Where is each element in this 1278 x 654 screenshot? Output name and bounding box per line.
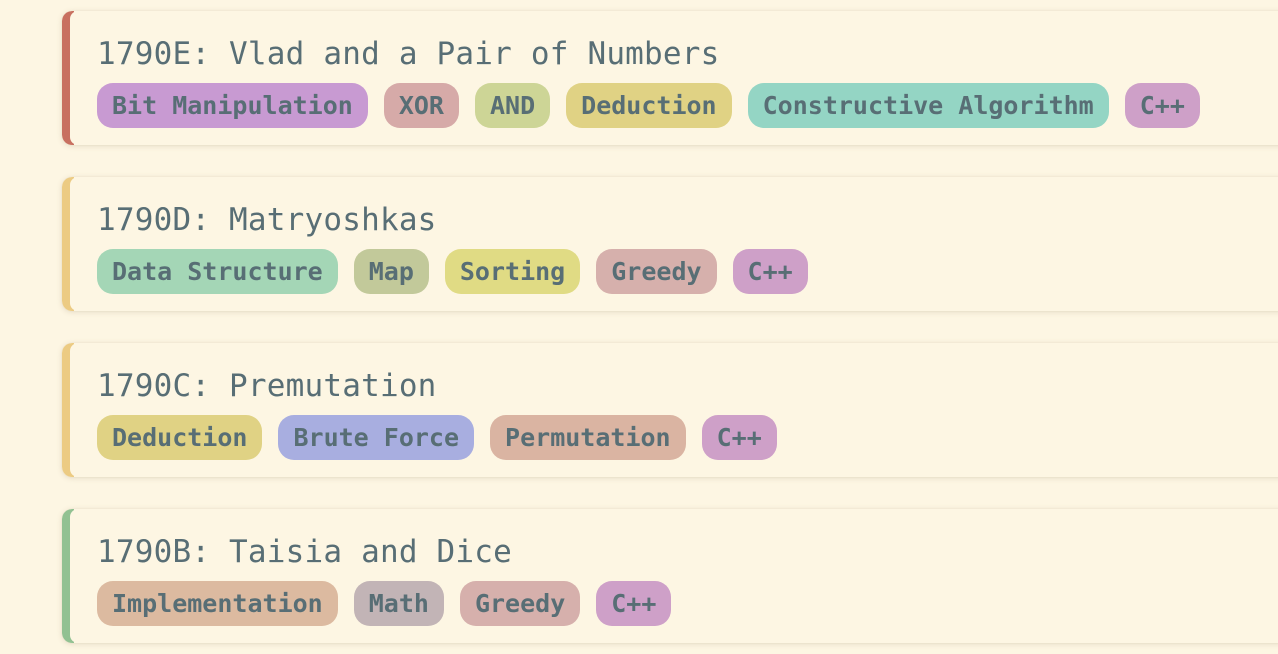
tag-chip[interactable]: Permutation	[490, 415, 686, 460]
problem-title[interactable]: 1790E: Vlad and a Pair of Numbers	[97, 35, 720, 73]
tag-chip[interactable]: Brute Force	[278, 415, 475, 460]
tag-chip[interactable]: AND	[474, 83, 551, 128]
problem-title[interactable]: 1790C: Premutation	[97, 367, 437, 405]
problem-card[interactable]: 1790D: Matryoshkas Data Structure Map Sort…	[62, 177, 1278, 311]
tag-chip[interactable]: Math	[353, 581, 444, 626]
problem-card[interactable]: 1790E: Vlad and a Pair of Numbers Bit Ma…	[62, 11, 1278, 145]
tag-chip[interactable]: Map	[353, 249, 429, 294]
tag-chip[interactable]: XOR	[383, 83, 459, 128]
tag-chip[interactable]: Constructive Algorithm	[747, 83, 1109, 128]
tag-chip[interactable]: C++	[732, 249, 808, 294]
tag-chip[interactable]: Greedy	[459, 581, 581, 626]
tag-list: Implementation Math Greedy C++	[97, 581, 672, 626]
tag-chip[interactable]: Deduction	[97, 415, 263, 460]
tag-chip[interactable]: C++	[596, 581, 672, 626]
problem-card[interactable]: 1790B: Taisia and Dice Implementation Mat…	[62, 509, 1278, 643]
tag-list: Deduction Brute Force Permutation C++	[97, 415, 777, 460]
tag-chip[interactable]: C++	[1124, 83, 1200, 128]
problem-title[interactable]: 1790D: Matryoshkas	[97, 201, 437, 239]
tag-chip[interactable]: Implementation	[97, 581, 338, 626]
tag-chip[interactable]: Greedy	[596, 249, 717, 294]
tag-chip[interactable]: Data Structure	[97, 249, 338, 294]
tag-chip[interactable]: Sorting	[444, 249, 581, 294]
tag-list: Bit Manipulation XOR AND Deduction Construct…	[97, 83, 1200, 128]
tag-list: Data Structure Map Sorting Greedy C++	[97, 249, 808, 294]
tag-chip[interactable]: C++	[701, 415, 777, 460]
tag-chip[interactable]: Bit Manipulation	[97, 83, 368, 128]
problem-title[interactable]: 1790B: Taisia and Dice	[97, 533, 512, 571]
problem-card[interactable]: 1790C: Premutation Deduction Brute Force P…	[62, 343, 1278, 477]
tag-chip[interactable]: Deduction	[566, 83, 732, 128]
